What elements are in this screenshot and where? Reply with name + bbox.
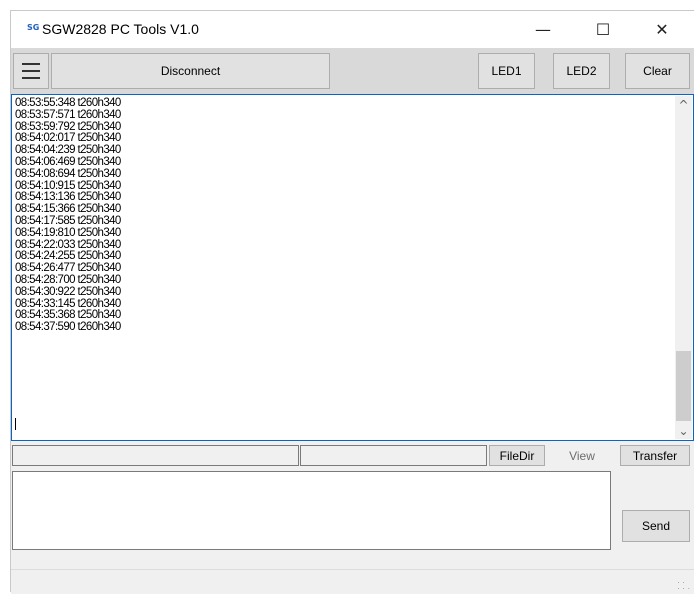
log-line: 08:54:06:469 t250h340 (15, 155, 121, 168)
app-icon: SG (27, 23, 40, 32)
scroll-up-icon[interactable]: ^ (675, 96, 692, 113)
app-window: SG SGW2828 PC Tools V1.0 — ☐ ✕ Disconnec… (10, 10, 694, 594)
maximize-icon: ☐ (595, 20, 611, 39)
window-title: SGW2828 PC Tools V1.0 (42, 21, 199, 37)
minimize-button[interactable]: — (520, 11, 566, 48)
send-button[interactable]: Send (622, 510, 690, 542)
scroll-down-icon[interactable]: ⌄ (675, 422, 692, 439)
clear-button[interactable]: Clear (625, 53, 690, 89)
log-textbox[interactable]: 08:53:55:348 t260h340 08:53:57:571 t260h3… (11, 94, 694, 441)
disconnect-button[interactable]: Disconnect (51, 53, 330, 89)
log-scrollbar[interactable]: ^ ⌄ (675, 96, 692, 439)
transfer-button[interactable]: Transfer (620, 445, 690, 466)
scroll-thumb[interactable] (676, 351, 691, 421)
hamburger-icon (22, 63, 40, 79)
file-name-field[interactable] (300, 445, 487, 466)
status-bar: . .. . . (11, 569, 694, 594)
toolbar: Disconnect LED1 LED2 Clear (11, 48, 694, 94)
maximize-button[interactable]: ☐ (580, 11, 626, 48)
minimize-icon: — (535, 20, 551, 39)
close-button[interactable]: ✕ (639, 11, 685, 48)
filedir-button[interactable]: FileDir (489, 445, 545, 466)
led1-button[interactable]: LED1 (478, 53, 535, 89)
log-line: 08:54:37:590 t260h340 (15, 321, 121, 334)
log-line: 08:54:19:810 t250h340 (15, 226, 121, 239)
text-caret (15, 418, 16, 430)
menu-button[interactable] (13, 53, 49, 89)
log-line: 08:54:17:585 t250h340 (15, 214, 121, 227)
send-input[interactable] (12, 471, 611, 550)
log-lines: 08:53:55:348 t260h340 08:53:57:571 t260h3… (15, 97, 121, 334)
log-line: 08:53:57:571 t260h340 (15, 108, 121, 121)
close-icon: ✕ (655, 20, 669, 39)
file-path-field[interactable] (12, 445, 299, 466)
led2-button[interactable]: LED2 (553, 53, 610, 89)
log-line: 08:54:08:694 t250h340 (15, 167, 121, 180)
title-bar[interactable]: SG SGW2828 PC Tools V1.0 — ☐ ✕ (11, 11, 694, 48)
resize-grip-icon[interactable]: . .. . . (677, 577, 690, 591)
log-line: 08:54:28:700 t250h340 (15, 273, 121, 286)
view-button[interactable]: View (547, 445, 617, 466)
log-line: 08:54:30:922 t250h340 (15, 285, 121, 298)
